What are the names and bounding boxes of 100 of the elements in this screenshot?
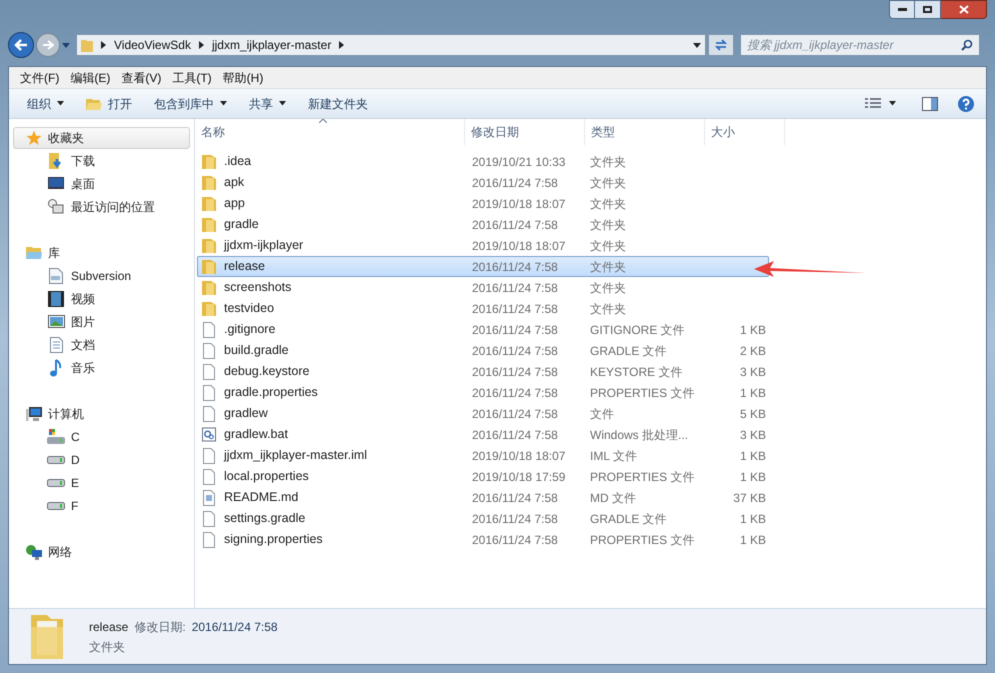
help-icon xyxy=(957,94,975,112)
file-row[interactable]: screenshots 2016/11/24 7:58 文件夹 xyxy=(197,277,769,298)
file-row[interactable]: gradle 2016/11/24 7:58 文件夹 xyxy=(197,214,769,235)
sidebar-item[interactable]: 文档 xyxy=(9,333,194,356)
file-row[interactable]: testvideo 2016/11/24 7:58 文件夹 xyxy=(197,298,769,319)
document-icon xyxy=(203,490,215,506)
file-name: screenshots xyxy=(224,279,292,296)
file-row[interactable]: release 2016/11/24 7:58 文件夹 xyxy=(197,256,769,277)
forward-button[interactable] xyxy=(36,33,60,57)
folder-icon xyxy=(202,154,216,170)
sidebar-item[interactable]: 图片 xyxy=(9,310,194,333)
file-row[interactable]: settings.gradle 2016/11/24 7:58 GRADLE 文件 1 KB xyxy=(197,508,769,529)
menu-item[interactable]: 查看(V) xyxy=(116,68,166,86)
sidebar-item[interactable]: 最近访问的位置 xyxy=(9,195,194,218)
sidebar-item[interactable]: 桌面 xyxy=(9,172,194,195)
close-button[interactable] xyxy=(941,0,987,19)
minimize-button[interactable] xyxy=(889,0,915,19)
drive-icon xyxy=(47,478,65,486)
blank-file-icon xyxy=(203,468,215,484)
sidebar-group[interactable]: 库 xyxy=(13,242,190,264)
column-header[interactable]: 大小 xyxy=(705,119,785,145)
column-header[interactable]: 名称 xyxy=(195,119,465,145)
address-dropdown-icon[interactable] xyxy=(693,42,701,48)
modified-date: 2016/11/24 7:58 xyxy=(471,258,559,276)
file-row[interactable]: gradlew 2016/11/24 7:58 文件 5 KB xyxy=(197,403,769,424)
file-name: apk xyxy=(224,174,244,192)
file-type: 文件夹 xyxy=(589,216,627,234)
file-row[interactable]: app 2019/10/18 18:07 文件夹 xyxy=(197,193,769,214)
file-size: 1 KB xyxy=(738,468,766,486)
blank-file-icon xyxy=(203,406,215,422)
file-row[interactable]: README.md 2016/11/24 7:58 MD 文件 37 KB xyxy=(197,487,769,508)
sidebar-item[interactable]: C xyxy=(9,425,194,448)
file-row[interactable]: jjdxm-ijkplayer 2019/10/18 18:07 文件夹 xyxy=(197,235,769,256)
search-input[interactable]: 搜索 jjdxm_ijkplayer-master xyxy=(747,36,961,54)
file-name: local.properties xyxy=(224,468,309,486)
file-type: KEYSTORE 文件 xyxy=(589,364,684,380)
file-name: jjdxm-ijkplayer xyxy=(224,237,304,254)
file-row[interactable]: gradle.properties 2016/11/24 7:58 PROPERTIES 文件 1 KB xyxy=(197,382,769,403)
file-name: .gitignore xyxy=(224,321,276,338)
modified-date: 2016/11/24 7:58 xyxy=(471,364,559,380)
file-name: app xyxy=(224,195,245,212)
file-row[interactable]: jjdxm_ijkplayer-master.iml 2019/10/18 18:07 IML 文件 1 KB xyxy=(197,445,769,466)
file-row[interactable]: signing.properties 2016/11/24 7:58 PROPERTIES 文件 1 KB xyxy=(197,529,769,550)
details-date: 2016/11/24 7:58 xyxy=(192,618,278,636)
chevron-icon[interactable] xyxy=(339,41,344,49)
breadcrumb[interactable]: VideoViewSdk xyxy=(114,36,191,54)
toolbar-button[interactable]: 包含到库中 xyxy=(146,92,235,116)
folder-icon xyxy=(202,280,216,296)
sidebar-item[interactable]: 音乐 xyxy=(9,356,194,379)
sidebar-group[interactable]: 网络 xyxy=(13,541,190,563)
toolbar-button[interactable]: 共享 xyxy=(241,92,294,116)
menu-item[interactable]: 编辑(E) xyxy=(65,68,116,86)
maximize-button[interactable] xyxy=(915,0,941,19)
menu-item[interactable]: 帮助(H) xyxy=(218,68,268,86)
sidebar-item[interactable]: F xyxy=(9,494,194,517)
toolbar-button[interactable]: 新建文件夹 xyxy=(300,92,376,116)
file-row[interactable]: .gitignore 2016/11/24 7:58 GITIGNORE 文件 1 KB xyxy=(197,319,769,340)
sidebar-item[interactable]: 视频 xyxy=(9,287,194,310)
history-dropdown-icon[interactable] xyxy=(62,42,70,48)
file-row[interactable]: gradlew.bat 2016/11/24 7:58 Windows 批处理... 3 KB xyxy=(197,424,769,445)
blank-file-icon xyxy=(203,510,215,526)
address-bar[interactable]: VideoViewSdk jjdxm_ijkplayer-master xyxy=(76,34,706,56)
file-row[interactable]: build.gradle 2016/11/24 7:58 GRADLE 文件 2 KB xyxy=(197,340,769,361)
sidebar-item[interactable]: 下载 xyxy=(9,149,194,172)
help-button[interactable] xyxy=(956,94,976,114)
file-row[interactable]: local.properties 2019/10/18 17:59 PROPERTIES 文件 1 KB xyxy=(197,466,769,487)
chevron-icon[interactable] xyxy=(101,41,106,49)
file-name: release xyxy=(224,258,265,276)
sidebar-item[interactable]: E xyxy=(9,471,194,494)
blank-file-icon xyxy=(203,364,215,380)
star-icon xyxy=(26,130,42,146)
toolbar-button[interactable]: 打开 xyxy=(78,92,140,116)
file-name: README.md xyxy=(224,489,298,506)
breadcrumb[interactable]: jjdxm_ijkplayer-master xyxy=(212,36,332,54)
sidebar-group[interactable]: 收藏夹 xyxy=(13,127,190,149)
file-type: 文件夹 xyxy=(589,300,627,318)
file-row[interactable]: .idea 2019/10/21 10:33 文件夹 xyxy=(197,151,769,172)
column-header[interactable]: 类型 xyxy=(585,119,705,145)
file-type: MD 文件 xyxy=(589,490,637,506)
modified-date: 2016/11/24 7:58 xyxy=(471,406,559,422)
back-button[interactable] xyxy=(8,32,34,58)
chevron-icon[interactable] xyxy=(198,41,204,49)
file-type: PROPERTIES 文件 xyxy=(589,468,696,486)
file-size: 1 KB xyxy=(738,448,766,464)
sidebar-item[interactable]: D xyxy=(9,448,194,471)
file-name: gradlew.bat xyxy=(224,426,288,444)
file-type: GRADLE 文件 xyxy=(589,510,668,528)
sidebar-item[interactable]: Subversion xyxy=(9,264,194,287)
file-row[interactable]: apk 2016/11/24 7:58 文件夹 xyxy=(197,172,769,193)
menu-item[interactable]: 文件(F) xyxy=(15,68,64,86)
computer-icon xyxy=(26,406,42,422)
close-icon xyxy=(958,5,968,14)
column-header[interactable]: 修改日期 xyxy=(465,119,585,145)
sidebar-group[interactable]: 计算机 xyxy=(13,403,190,425)
menu-item[interactable]: 工具(T) xyxy=(167,68,217,86)
refresh-button[interactable] xyxy=(708,34,734,56)
search-field[interactable]: 搜索 jjdxm_ijkplayer-master xyxy=(740,34,980,56)
file-row[interactable]: debug.keystore 2016/11/24 7:58 KEYSTORE 文件 3 KB xyxy=(197,361,769,382)
gear-file-icon xyxy=(202,427,216,442)
toolbar-button[interactable]: 组织 xyxy=(19,92,72,116)
